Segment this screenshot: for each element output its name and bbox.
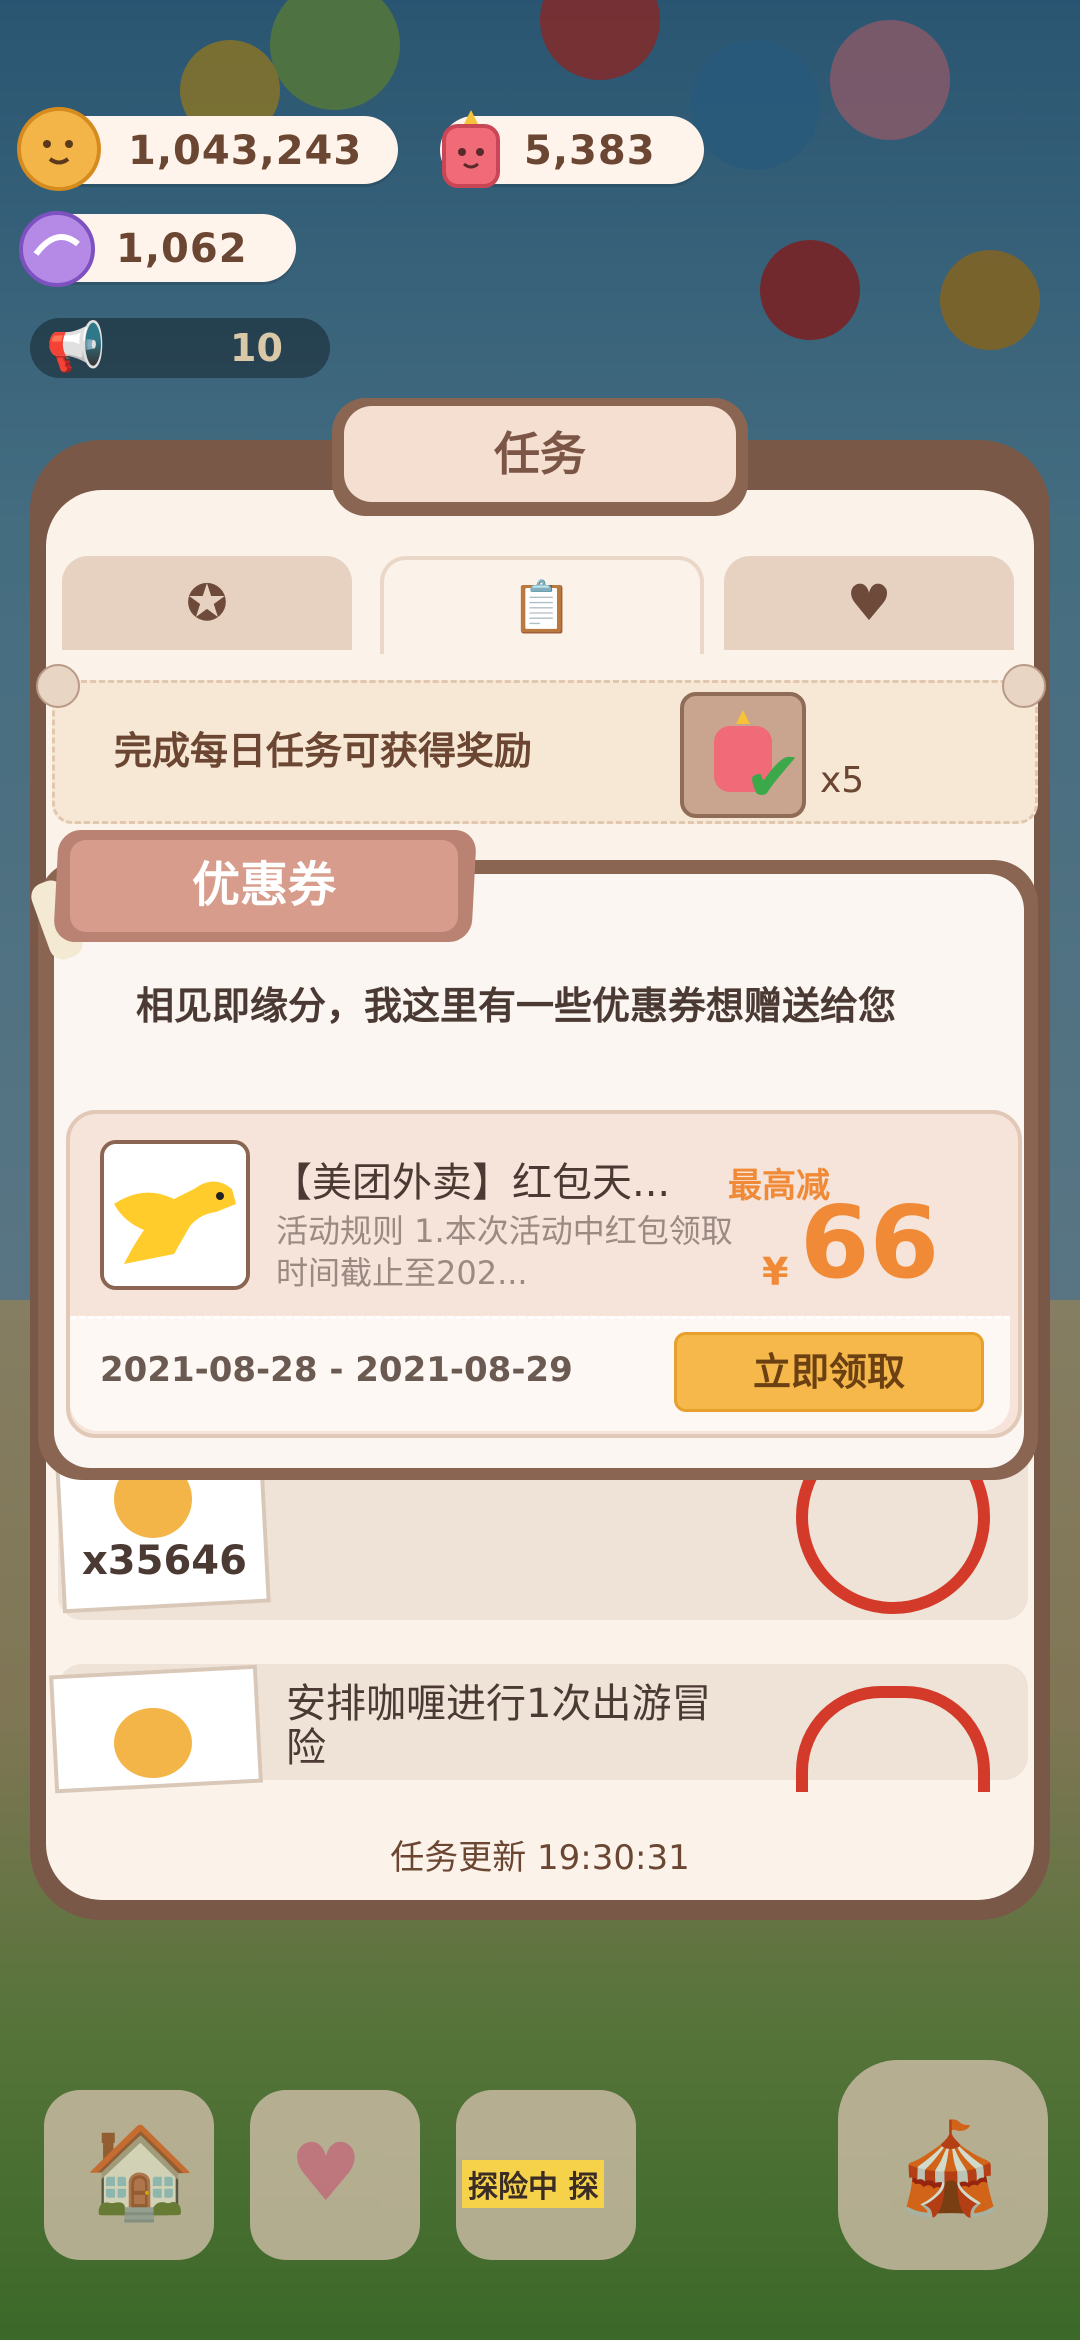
clipboard-icon: 📋 xyxy=(510,578,574,636)
coupon-description: 活动规则 1.本次活动中红包领取时间截止至202... xyxy=(276,1212,733,1292)
pin-icon xyxy=(1002,664,1046,708)
task-refresh-timer: 任务更新 19:30:31 xyxy=(390,1838,690,1878)
cookie-icon xyxy=(17,107,101,191)
diary-button[interactable]: ♥ xyxy=(250,2090,420,2260)
coupon-modal-title: 优惠券 xyxy=(70,840,458,932)
currency-symbol: ¥ xyxy=(762,1250,789,1294)
hotel-button[interactable]: 🏠 xyxy=(44,2090,214,2260)
task-title: 安排咖喱进行1次出游冒险 xyxy=(286,1681,712,1771)
meituan-logo xyxy=(100,1140,250,1290)
coupon-amount: 66 xyxy=(800,1184,940,1301)
badge-icon: ✪ xyxy=(186,574,228,632)
bottle-heart-icon: ♥ xyxy=(846,574,892,632)
claim-button[interactable]: 立即领取 xyxy=(674,1332,984,1412)
megaphone-icon: 📢 xyxy=(46,319,106,375)
tab-collection[interactable]: ♥ xyxy=(724,556,1014,650)
pin-icon xyxy=(36,664,80,708)
coupon-title: 【美团外卖】红包天... xyxy=(272,1160,671,1206)
tab-daily-tasks[interactable]: 📋 xyxy=(380,556,704,654)
candle-count: 5,383 xyxy=(524,128,656,174)
daily-reward-count: x5 xyxy=(820,760,865,801)
heart-notebook-icon: ♥ xyxy=(290,2126,362,2219)
candle-icon xyxy=(442,110,500,188)
theater-button[interactable]: 🎪 xyxy=(838,2060,1048,2270)
daily-reward-text: 完成每日任务可获得奖励 xyxy=(114,729,533,773)
coupon-message: 相见即缘分，我这里有一些优惠券想赠送给您 xyxy=(136,984,897,1028)
house-icon: 🏠 xyxy=(84,2120,197,2225)
tab-achievements[interactable]: ✪ xyxy=(62,556,352,650)
cookie-icon xyxy=(114,1708,192,1778)
task-reward-count: x35646 xyxy=(82,1538,247,1584)
stage-icon: 🎪 xyxy=(894,2116,1007,2221)
gem-icon xyxy=(19,211,95,287)
task-panel-title: 任务 xyxy=(344,406,736,502)
coupon-validity: 2021-08-28 - 2021-08-29 xyxy=(100,1350,573,1390)
adventure-status: 探险中 探 xyxy=(462,2160,605,2208)
energy-count: 10 xyxy=(230,326,283,370)
cookie-count: 1,043,243 xyxy=(128,128,363,174)
check-icon: ✔ xyxy=(744,736,803,818)
gem-count: 1,062 xyxy=(116,226,248,272)
kangaroo-icon xyxy=(104,1144,246,1286)
